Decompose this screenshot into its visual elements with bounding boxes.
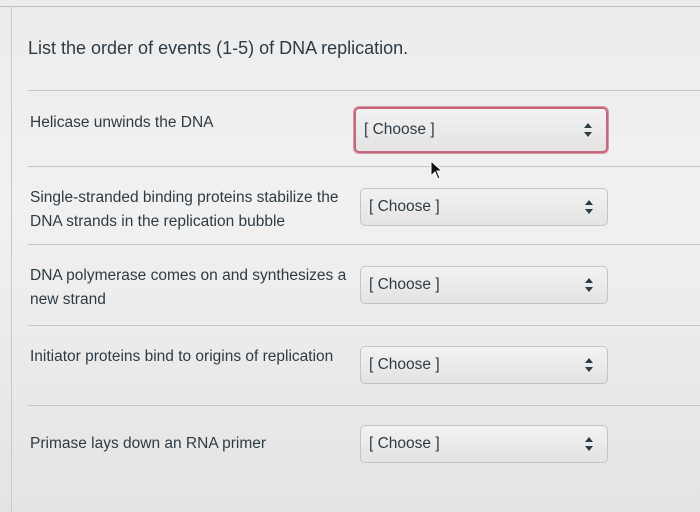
answer-label-1: Helicase unwinds the DNA	[30, 114, 214, 131]
order-select-5[interactable]: [ Choose ]	[360, 425, 608, 463]
answer-label-4: Initiator proteins bind to origins of re…	[30, 348, 334, 365]
select-value-5: [ Choose ]	[369, 435, 440, 452]
row-divider	[28, 325, 700, 326]
row-divider	[28, 90, 700, 91]
quiz-page: List the order of events (1-5) of DNA re…	[0, 0, 700, 512]
order-select-1[interactable]: [ Choose ]	[354, 107, 608, 153]
order-select-2[interactable]: [ Choose ]	[360, 188, 608, 226]
question-text: List the order of events (1-5) of DNA re…	[28, 38, 409, 58]
left-divider	[11, 6, 12, 512]
select-value-2: [ Choose ]	[369, 198, 440, 215]
select-value-4: [ Choose ]	[369, 356, 440, 373]
up-down-arrows-icon	[584, 123, 592, 137]
answer-label-3: DNA polymerase comes on and synthesizes …	[30, 267, 347, 308]
mouse-pointer-icon	[430, 160, 444, 180]
answer-label-5: Primase lays down an RNA primer	[30, 435, 267, 452]
answer-label-2: Single-stranded binding proteins stabili…	[30, 189, 339, 230]
select-value-3: [ Choose ]	[369, 276, 440, 293]
row-divider	[28, 166, 700, 167]
up-down-arrows-icon	[585, 358, 593, 372]
up-down-arrows-icon	[585, 200, 593, 214]
order-select-4[interactable]: [ Choose ]	[360, 346, 608, 384]
top-divider	[0, 6, 700, 7]
row-divider	[28, 244, 700, 245]
up-down-arrows-icon	[585, 437, 593, 451]
select-value-1: [ Choose ]	[364, 121, 435, 138]
up-down-arrows-icon	[585, 278, 593, 292]
order-select-3[interactable]: [ Choose ]	[360, 266, 608, 304]
row-divider	[28, 405, 700, 406]
